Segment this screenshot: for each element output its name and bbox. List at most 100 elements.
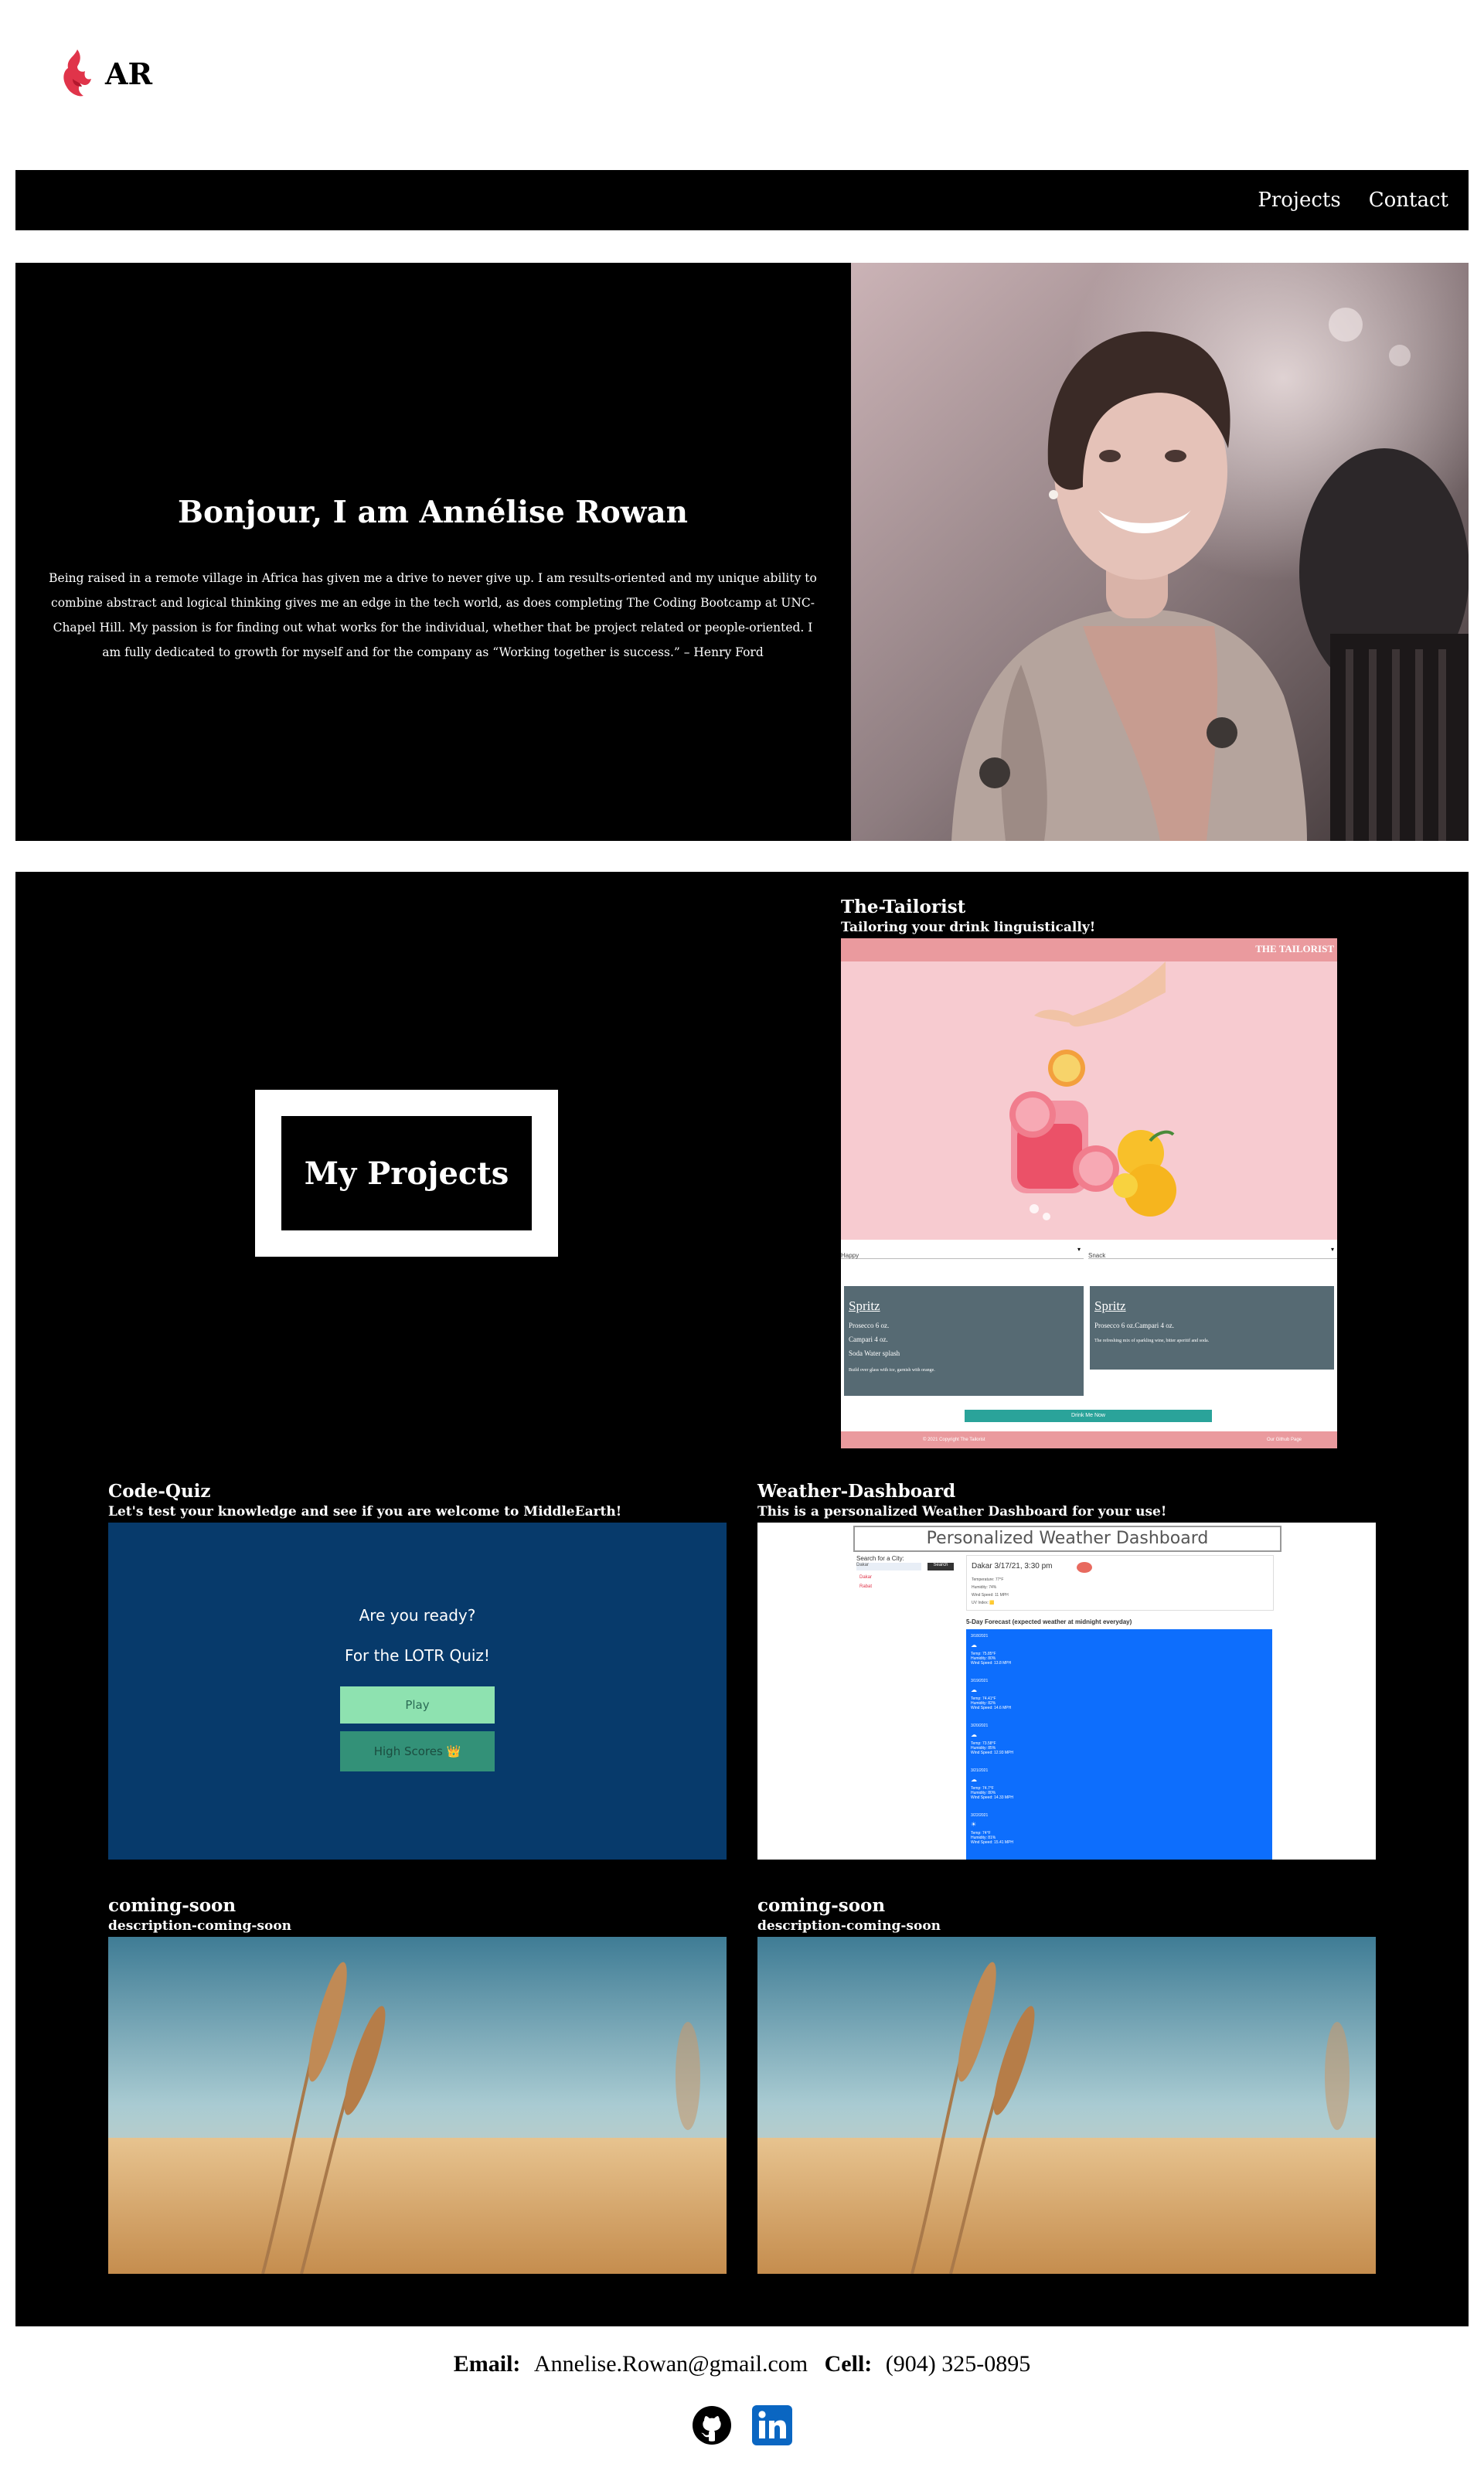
weather-history-item[interactable]: Rabat [859,1584,872,1589]
quiz-high-scores-button[interactable]: High Scores 👑 [340,1731,495,1771]
project-screenshot-weather[interactable]: Personalized Weather Dashboard Search fo… [757,1523,1376,1860]
tailorist-drink-button[interactable]: Drink Me Now [965,1410,1212,1422]
nav-links: Projects Contact [1258,170,1448,230]
flame-logo-icon [63,49,91,97]
chevron-down-icon: ▾ [1077,1246,1081,1253]
quiz-play-button[interactable]: Play [340,1686,495,1724]
my-projects-frame: My Projects [255,1090,558,1257]
tailorist-footer-copyright: © 2021 Copyright The Tailorist [923,1438,985,1442]
project-title-tailorist[interactable]: The-Tailorist [841,897,965,917]
forecast-wind: Wind Speed: 13.8 MPH [971,1661,1012,1666]
tailorist-select-right[interactable]: Snack ▾ [1088,1246,1337,1259]
linkedin-icon[interactable] [752,2405,792,2445]
site-logo[interactable]: AR [60,48,152,99]
quiz-lotr-text: For the LOTR Quiz! [345,1646,490,1665]
project-title-coming-soon[interactable]: coming-soon [108,1895,236,1916]
github-icon[interactable] [692,2405,732,2445]
weather-current-panel: Dakar 3/17/21, 3:30 pm Temperature: 77°F… [966,1555,1274,1611]
tailorist-card-right-line: Prosecco 6 oz.Campari 4 oz. [1094,1322,1174,1329]
weather-forecast-panel: 3/18/2021 ☁ Temp: 75.85°F Humidity: 80% … [966,1629,1272,1860]
hero-section: Bonjour, I am Annélise Rowan Being raise… [15,263,1469,841]
weather-header: Personalized Weather Dashboard [853,1526,1281,1552]
tailorist-card-left-line: Soda Water splash [849,1349,900,1357]
tailorist-navbar: THE TAILORIST [841,938,1337,961]
social-links [0,2405,1484,2445]
project-title-code-quiz[interactable]: Code-Quiz [108,1481,210,1502]
projects-section: My Projects The-Tailorist Tailoring your… [15,872,1469,2326]
project-desc-tailorist: Tailoring your drink linguistically! [841,920,1096,935]
weather-search-input[interactable]: Dakar [856,1563,921,1570]
project-screenshot-code-quiz[interactable]: Are you ready? For the LOTR Quiz! Play H… [108,1523,727,1860]
project-screenshot-tailorist[interactable]: THE TAILORIST Happy ▾ Snack ▾ Spritz Pro… [841,938,1337,1448]
tailorist-select-left[interactable]: Happy ▾ [841,1246,1084,1259]
tailorist-brand: THE TAILORIST [1255,943,1334,955]
forecast-day: 3/18/2021 ☁ Temp: 75.85°F Humidity: 80% … [971,1634,1011,1666]
project-desc-coming-soon: description-coming-soon [108,1918,292,1934]
forecast-date: 3/21/2021 [971,1768,989,1773]
tailorist-footer-link[interactable]: Our Github Page [1267,1438,1302,1442]
project-title-weather[interactable]: Weather-Dashboard [757,1481,955,1502]
tailorist-card-right: Spritz Prosecco 6 oz.Campari 4 oz. The r… [1090,1286,1334,1370]
tailorist-card-right-title: Spritz [1094,1298,1126,1313]
weather-condition-icon [1077,1562,1092,1573]
chevron-down-icon: ▾ [1330,1246,1334,1253]
weather-search-button[interactable]: Search [928,1563,954,1570]
contact-info: Email: Annelise.Rowan@gmail.com Cell: (9… [0,2351,1484,2377]
cloud-icon: ☁ [971,1776,977,1783]
weather-search-label: Search for a City: [856,1555,904,1562]
nav-link-projects[interactable]: Projects [1258,189,1340,212]
tailorist-select-left-value: Happy [841,1252,859,1259]
forecast-date: 3/18/2021 [971,1634,989,1639]
logo-text: AR [105,56,153,91]
wheat-field-image[interactable] [108,1937,727,2274]
cloud-icon: ☁ [971,1642,977,1649]
tailorist-card-left-line: Campari 4 oz. [849,1336,888,1343]
forecast-date: 3/19/2021 [971,1679,989,1683]
my-projects-box: My Projects [281,1116,532,1230]
email-link[interactable]: Annelise.Rowan@gmail.com [534,2351,808,2377]
weather-forecast-title: 5-Day Forecast (expected weather at midn… [966,1618,1132,1625]
project-desc-code-quiz: Let's test your knowledge and see if you… [108,1504,622,1519]
hero-heading: Bonjour, I am Annélise Rowan [178,495,688,530]
weather-current-line: UV Index: 🟨 [972,1601,995,1605]
grapefruit-drink-image [841,961,1337,1240]
forecast-wind: Wind Speed: 15.41 MPH [971,1840,1014,1845]
tailorist-card-right-note: The refreshing mix of sparkling wine, bi… [1094,1339,1210,1343]
navbar: Projects Contact [15,170,1469,230]
quiz-ready-text: Are you ready? [359,1606,476,1625]
cloud-icon: ☁ [971,1731,977,1738]
forecast-wind: Wind Speed: 14.6 MPH [971,1706,1012,1710]
tailorist-card-left-title: Spritz [849,1298,880,1313]
sun-icon: ☀ [971,1821,977,1828]
nav-link-contact[interactable]: Contact [1369,189,1448,212]
cell-label: Cell: [824,2351,873,2377]
forecast-wind: Wind Speed: 14.33 MPH [971,1795,1014,1800]
tailorist-card-left: Spritz Prosecco 6 oz. Campari 4 oz. Soda… [844,1286,1084,1396]
project-desc-weather: This is a personalized Weather Dashboard… [757,1504,1167,1519]
weather-current-line: Humidity: 74% [972,1585,997,1590]
forecast-day: 3/19/2021 ☁ Temp: 74.41°F Humidity: 82% … [971,1679,1011,1710]
portrait-photo [851,263,1469,841]
weather-current-line: Temperature: 77°F [972,1577,1004,1582]
wheat-field-image[interactable] [757,1937,1376,2274]
weather-current-line: Wind Speed: 11 MPH [972,1593,1009,1598]
tailorist-select-right-value: Snack [1088,1252,1106,1259]
forecast-wind: Wind Speed: 12.93 MPH [971,1751,1014,1755]
tailorist-footer: © 2021 Copyright The Tailorist Our Githu… [841,1431,1337,1448]
hero-bio: Being raised in a remote village in Afri… [49,571,817,659]
forecast-date: 3/22/2021 [971,1813,989,1818]
weather-city-line: Dakar 3/17/21, 3:30 pm [972,1562,1053,1570]
hero-text: Bonjour, I am Annélise Rowan Being raise… [46,495,819,665]
tailorist-card-left-note: Build over glass with ice, garnish with … [849,1368,935,1373]
my-projects-heading: My Projects [304,1155,509,1192]
cloud-icon: ☁ [971,1686,977,1693]
forecast-date: 3/20/2021 [971,1724,989,1728]
project-title-coming-soon[interactable]: coming-soon [757,1895,885,1916]
project-desc-coming-soon: description-coming-soon [757,1918,941,1934]
forecast-day: 3/20/2021 ☁ Temp: 73.58°F Humidity: 85% … [971,1724,1013,1755]
weather-history-item[interactable]: Dakar [859,1575,872,1580]
forecast-day: 3/22/2021 ☀ Temp: 74°F Humidity: 81% Win… [971,1813,1013,1845]
forecast-day: 3/21/2021 ☁ Temp: 74.7°F Humidity: 80% W… [971,1768,1013,1800]
cell-number[interactable]: (904) 325-0895 [886,2351,1030,2377]
tailorist-card-left-line: Prosecco 6 oz. [849,1322,890,1329]
